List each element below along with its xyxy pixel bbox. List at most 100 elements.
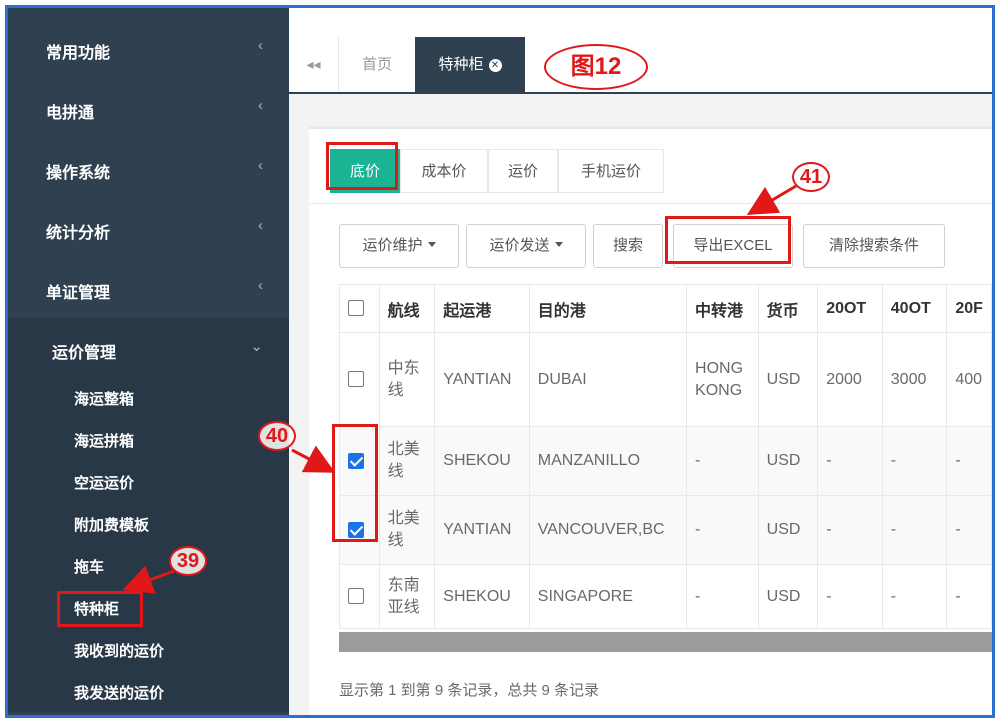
currency-cell: USD <box>757 564 819 629</box>
app-window: 常用功能 ‹ 电拼通 ‹ 操作系统 ‹ 统计分析 ‹ 单证管理 ‹ 运价管理 ⌄… <box>5 5 995 718</box>
price-40ot-cell: - <box>881 564 948 629</box>
chevron-left-icon: ‹ <box>258 157 263 174</box>
chevron-left-icon: ‹ <box>258 37 263 54</box>
row-select-cell <box>339 332 380 427</box>
tab-mobile-rate[interactable]: 手机运价 <box>558 149 664 193</box>
tab-label: 特种柜 <box>438 56 484 73</box>
destination-cell: DUBAI <box>528 332 688 427</box>
price-40ot-cell: - <box>881 426 948 496</box>
transit-cell: HONG KONG <box>686 332 759 427</box>
transit-cell: - <box>686 495 759 565</box>
route-cell: 北美线 <box>378 426 436 496</box>
rates-table: 航线 起运港 目的港 中转港 货币 20OT 40OT 20F 中东线 YANT… <box>339 284 992 629</box>
price-40ot-cell: - <box>881 495 948 565</box>
row-select-cell <box>339 564 380 629</box>
route-cell: 北美线 <box>378 495 436 565</box>
price-20f-cell: - <box>946 426 992 496</box>
sidebar-subitem-air[interactable]: 空运运价 <box>74 472 134 493</box>
origin-cell: YANTIAN <box>434 495 530 565</box>
chevron-left-icon: ‹ <box>258 277 263 294</box>
sidebar: 常用功能 ‹ 电拼通 ‹ 操作系统 ‹ 统计分析 ‹ 单证管理 ‹ 运价管理 ⌄… <box>8 8 289 715</box>
price-20ot-cell: 2000 <box>817 332 883 427</box>
annotation-badge-41: 41 <box>792 162 830 192</box>
column-header[interactable]: 起运港 <box>434 284 530 333</box>
destination-cell: VANCOUVER,BC <box>528 495 688 565</box>
transit-cell: - <box>686 426 759 496</box>
tab-special-container[interactable]: 特种柜 ✕ <box>415 37 525 92</box>
price-20ot-cell: - <box>817 426 883 496</box>
sidebar-subitem-sent-rates[interactable]: 我发送的运价 <box>74 682 164 703</box>
highlight-export-button <box>665 216 791 264</box>
divider <box>309 203 992 204</box>
sidebar-item-label: 常用功能 <box>46 45 111 62</box>
route-cell: 东南亚线 <box>378 564 436 629</box>
select-all-checkbox[interactable] <box>348 300 364 317</box>
column-header[interactable]: 目的港 <box>528 284 688 333</box>
currency-cell: USD <box>757 426 819 496</box>
route-cell: 中东线 <box>378 332 436 427</box>
clear-search-button[interactable]: 清除搜索条件 <box>803 224 945 268</box>
tab-cost-price[interactable]: 成本价 <box>400 149 488 193</box>
column-header[interactable]: 20F <box>946 284 992 333</box>
sidebar-subitem-received-rates[interactable]: 我收到的运价 <box>74 640 164 661</box>
annotation-badge-40: 40 <box>258 421 296 451</box>
price-20ot-cell: - <box>817 495 883 565</box>
currency-cell: USD <box>757 332 819 427</box>
column-header[interactable]: 航线 <box>378 284 436 333</box>
price-20f-cell: 400 <box>946 332 992 427</box>
sidebar-item-dianpintong[interactable]: 电拼通 ‹ <box>8 78 289 138</box>
button-label: 运价维护 <box>362 237 423 254</box>
sidebar-item-label: 统计分析 <box>46 225 111 242</box>
figure-label: 图12 <box>544 44 648 90</box>
origin-cell: SHEKOU <box>434 564 530 629</box>
sidebar-subitem-surcharge-template[interactable]: 附加费模板 <box>74 514 149 535</box>
column-header[interactable]: 货币 <box>757 284 819 333</box>
rate-send-dropdown[interactable]: 运价发送 <box>466 224 586 268</box>
sidebar-item-operation-system[interactable]: 操作系统 ‹ <box>8 138 289 198</box>
destination-cell: SINGAPORE <box>528 564 688 629</box>
tab-home[interactable]: 首页 <box>339 37 415 92</box>
tab-bar: ◂◂ 首页 特种柜 ✕ <box>289 8 992 94</box>
rate-maintain-dropdown[interactable]: 运价维护 <box>339 224 459 268</box>
sidebar-item-label: 运价管理 <box>52 345 117 362</box>
table-header-row: 航线 起运港 目的港 中转港 货币 20OT 40OT 20F <box>339 284 992 333</box>
row-checkbox[interactable] <box>348 588 364 605</box>
double-chevron-left-icon[interactable]: ◂◂ <box>289 37 339 92</box>
tab-freight-rate[interactable]: 运价 <box>488 149 558 193</box>
search-button[interactable]: 搜索 <box>593 224 663 268</box>
button-label: 运价发送 <box>489 237 550 254</box>
sidebar-item-documents[interactable]: 单证管理 ‹ <box>8 258 289 318</box>
table-row[interactable]: 北美线 SHEKOU MANZANILLO - USD - - - <box>339 426 992 496</box>
destination-cell: MANZANILLO <box>528 426 688 496</box>
highlight-special-container <box>57 591 143 627</box>
chevron-down-icon: ⌄ <box>250 338 263 355</box>
price-20f-cell: - <box>946 564 992 629</box>
caret-down-icon <box>427 242 436 247</box>
sidebar-subitem-trucking[interactable]: 拖车 <box>74 556 104 577</box>
table-row[interactable]: 中东线 YANTIAN DUBAI HONG KONG USD 2000 300… <box>339 332 992 427</box>
close-icon[interactable]: ✕ <box>488 59 502 72</box>
price-40ot-cell: 3000 <box>881 332 948 427</box>
column-header[interactable]: 40OT <box>881 284 948 333</box>
select-all-cell <box>339 284 380 333</box>
content-panel: 底价 成本价 运价 手机运价 运价维护 运价发送 搜索 导出EXCEL 清除搜索… <box>309 126 992 715</box>
table-row[interactable]: 北美线 YANTIAN VANCOUVER,BC - USD - - - <box>339 495 992 565</box>
column-header[interactable]: 20OT <box>817 284 883 333</box>
annotation-badge-39: 39 <box>169 546 207 576</box>
sidebar-subitem-sea-lcl[interactable]: 海运拼箱 <box>74 430 134 451</box>
sidebar-subitem-sea-fcl[interactable]: 海运整箱 <box>74 388 134 409</box>
currency-cell: USD <box>757 495 819 565</box>
column-header[interactable]: 中转港 <box>686 284 759 333</box>
origin-cell: YANTIAN <box>434 332 530 427</box>
caret-down-icon <box>554 242 563 247</box>
sidebar-item-common-functions[interactable]: 常用功能 ‹ <box>8 18 289 78</box>
table-row[interactable]: 东南亚线 SHEKOU SINGAPORE - USD - - - <box>339 564 992 629</box>
row-checkbox[interactable] <box>348 371 364 388</box>
sidebar-item-statistics[interactable]: 统计分析 ‹ <box>8 198 289 258</box>
chevron-left-icon: ‹ <box>258 217 263 234</box>
pagination-info: 显示第 1 到第 9 条记录，总共 9 条记录 <box>339 682 600 699</box>
price-20ot-cell: - <box>817 564 883 629</box>
chevron-left-icon: ‹ <box>258 97 263 114</box>
horizontal-scrollbar[interactable] <box>339 632 992 652</box>
highlight-checked-rows <box>332 424 378 542</box>
